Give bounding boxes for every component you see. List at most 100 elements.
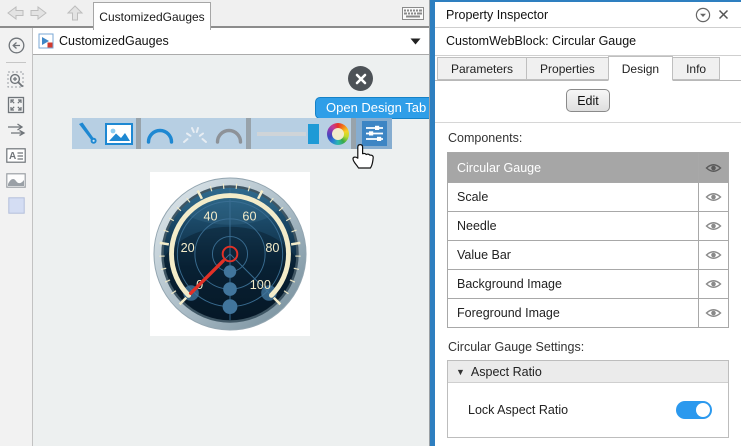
property-inspector-title: Property Inspector: [446, 7, 549, 22]
eye-icon: [705, 309, 722, 317]
circular-gauge: 020406080100: [153, 177, 307, 331]
document-tab[interactable]: CustomizedGauges: [93, 2, 211, 30]
hide-explorer-button[interactable]: [4, 34, 28, 56]
circular-gauge-block[interactable]: 020406080100: [150, 172, 310, 336]
forward-button[interactable]: [27, 1, 51, 25]
breadcrumb-model-name: CustomizedGauges: [59, 34, 169, 48]
breadcrumb[interactable]: CustomizedGauges: [33, 28, 429, 55]
gauge-tick-label: 40: [203, 209, 217, 223]
inspected-block-name: CustomWebBlock: Circular Gauge: [435, 28, 741, 56]
signal-routing-button[interactable]: [4, 119, 28, 141]
gray-arc-icon: [215, 128, 243, 144]
component-row-foreground-image[interactable]: Foreground Image: [448, 298, 728, 327]
visibility-toggle[interactable]: [698, 183, 728, 211]
design-tab-tool-button[interactable]: [356, 118, 392, 149]
forward-icon: [30, 6, 47, 20]
property-inspector-panel: Property Inspector CustomWebBlock: Circu…: [435, 0, 741, 446]
zoom-in-icon: [7, 71, 23, 87]
document-tab-label: CustomizedGauges: [99, 9, 205, 24]
panel-close-button[interactable]: [713, 6, 733, 24]
eye-icon: [705, 222, 722, 230]
lock-aspect-ratio-toggle[interactable]: [676, 401, 712, 419]
visibility-toggle[interactable]: [698, 241, 728, 269]
signal-arrows-icon: [8, 123, 26, 137]
app-window: CustomizedGauges A CustomizedGauges Open…: [0, 0, 741, 446]
aspect-ratio-section: ▼ Aspect Ratio Lock Aspect Ratio: [447, 360, 729, 438]
tab-info[interactable]: Info: [672, 57, 721, 80]
component-row-circular-gauge[interactable]: Circular Gauge: [448, 153, 728, 182]
left-toolstrip: A: [0, 28, 33, 446]
toggle-knob: [696, 403, 710, 417]
component-row-needle[interactable]: Needle: [448, 211, 728, 240]
tab-design[interactable]: Design: [607, 56, 674, 81]
aspect-ratio-body: Lock Aspect Ratio: [448, 383, 728, 437]
back-button[interactable]: [3, 1, 27, 25]
close-overlay-button[interactable]: [348, 66, 373, 91]
gauge-tick-label: 20: [181, 241, 195, 255]
breadcrumb-dropdown-icon[interactable]: [410, 38, 421, 45]
model-canvas[interactable]: Open Design Tab 20 40 60 80 100: [33, 55, 429, 446]
circle-left-arrow-icon: [8, 37, 24, 53]
value-bar-icon: [257, 123, 319, 144]
design-tooltip: Open Design Tab: [315, 97, 429, 119]
keyboard-shortcuts-button[interactable]: [401, 5, 425, 22]
section-collapse-caret-icon: ▼: [456, 366, 465, 377]
gauge-edit-toolbar: [72, 118, 392, 149]
panel-menu-button[interactable]: [693, 6, 713, 24]
back-icon: [7, 6, 24, 20]
circle-chevron-down-icon: [695, 7, 711, 22]
needle-tool-button[interactable]: [72, 118, 102, 149]
eye-icon: [705, 163, 722, 172]
tick-marks-tool-button[interactable]: [178, 118, 212, 149]
content-divider: [435, 122, 741, 123]
secondary-arc-tool-button[interactable]: [212, 118, 246, 149]
fit-view-icon: [7, 96, 25, 114]
component-row-background-image[interactable]: Background Image: [448, 269, 728, 298]
visibility-toggle[interactable]: [698, 212, 728, 240]
value-bar-tool-button[interactable]: [251, 118, 325, 149]
visibility-toggle[interactable]: [698, 270, 728, 298]
arc-scale-tool-button[interactable]: [141, 118, 178, 149]
eye-icon: [705, 280, 722, 288]
gauge-major-tick: [290, 241, 301, 246]
annotation-icon: A: [6, 147, 26, 163]
zoom-region-button[interactable]: [4, 69, 28, 91]
gauge-tick-label: 100: [250, 278, 271, 292]
sidebar-divider: [6, 62, 26, 63]
lock-aspect-ratio-label: Lock Aspect Ratio: [468, 403, 569, 417]
gauge-tick-label: 80: [265, 241, 279, 255]
palette-swatch-button[interactable]: [4, 194, 28, 216]
fit-to-view-button[interactable]: [4, 94, 28, 116]
model-view: CustomizedGauges Open Design Tab 20 40 6…: [33, 28, 429, 446]
blue-arc-icon: [146, 128, 173, 144]
model-icon: [38, 33, 54, 49]
tab-parameters[interactable]: Parameters: [437, 57, 528, 80]
tab-properties[interactable]: Properties: [526, 57, 609, 80]
color-wheel-icon: [327, 122, 349, 145]
eye-icon: [705, 251, 722, 259]
design-sliders-icon: [361, 121, 387, 146]
design-tab-content: Edit Components: Circular Gauge Scale Ne…: [435, 81, 741, 446]
gauge-minor-tick: [235, 183, 238, 190]
component-row-value-bar[interactable]: Value Bar: [448, 240, 728, 269]
image-tool-button[interactable]: [102, 118, 136, 149]
settings-label: Circular Gauge Settings:: [448, 340, 585, 354]
visibility-toggle[interactable]: [698, 153, 728, 182]
needle-tool-icon: [79, 122, 97, 144]
viewmark-button[interactable]: [4, 169, 28, 191]
image-tool-icon: [105, 122, 133, 145]
property-inspector-titlebar: Property Inspector: [435, 2, 741, 28]
gauge-major-tick: [159, 241, 170, 246]
annotation-button[interactable]: A: [4, 144, 28, 166]
edit-button[interactable]: Edit: [566, 89, 610, 112]
aspect-ratio-header[interactable]: ▼ Aspect Ratio: [448, 361, 728, 383]
svg-text:A: A: [9, 151, 16, 162]
visibility-toggle[interactable]: [698, 299, 728, 327]
color-wheel-tool-button[interactable]: [325, 118, 351, 149]
close-x-icon: [718, 9, 728, 20]
component-row-scale[interactable]: Scale: [448, 182, 728, 211]
image-thumbnail-icon: [6, 172, 26, 188]
inspector-tabs: Parameters Properties Design Info: [435, 56, 741, 81]
up-button[interactable]: [63, 1, 87, 25]
aspect-ratio-title: Aspect Ratio: [470, 364, 542, 379]
